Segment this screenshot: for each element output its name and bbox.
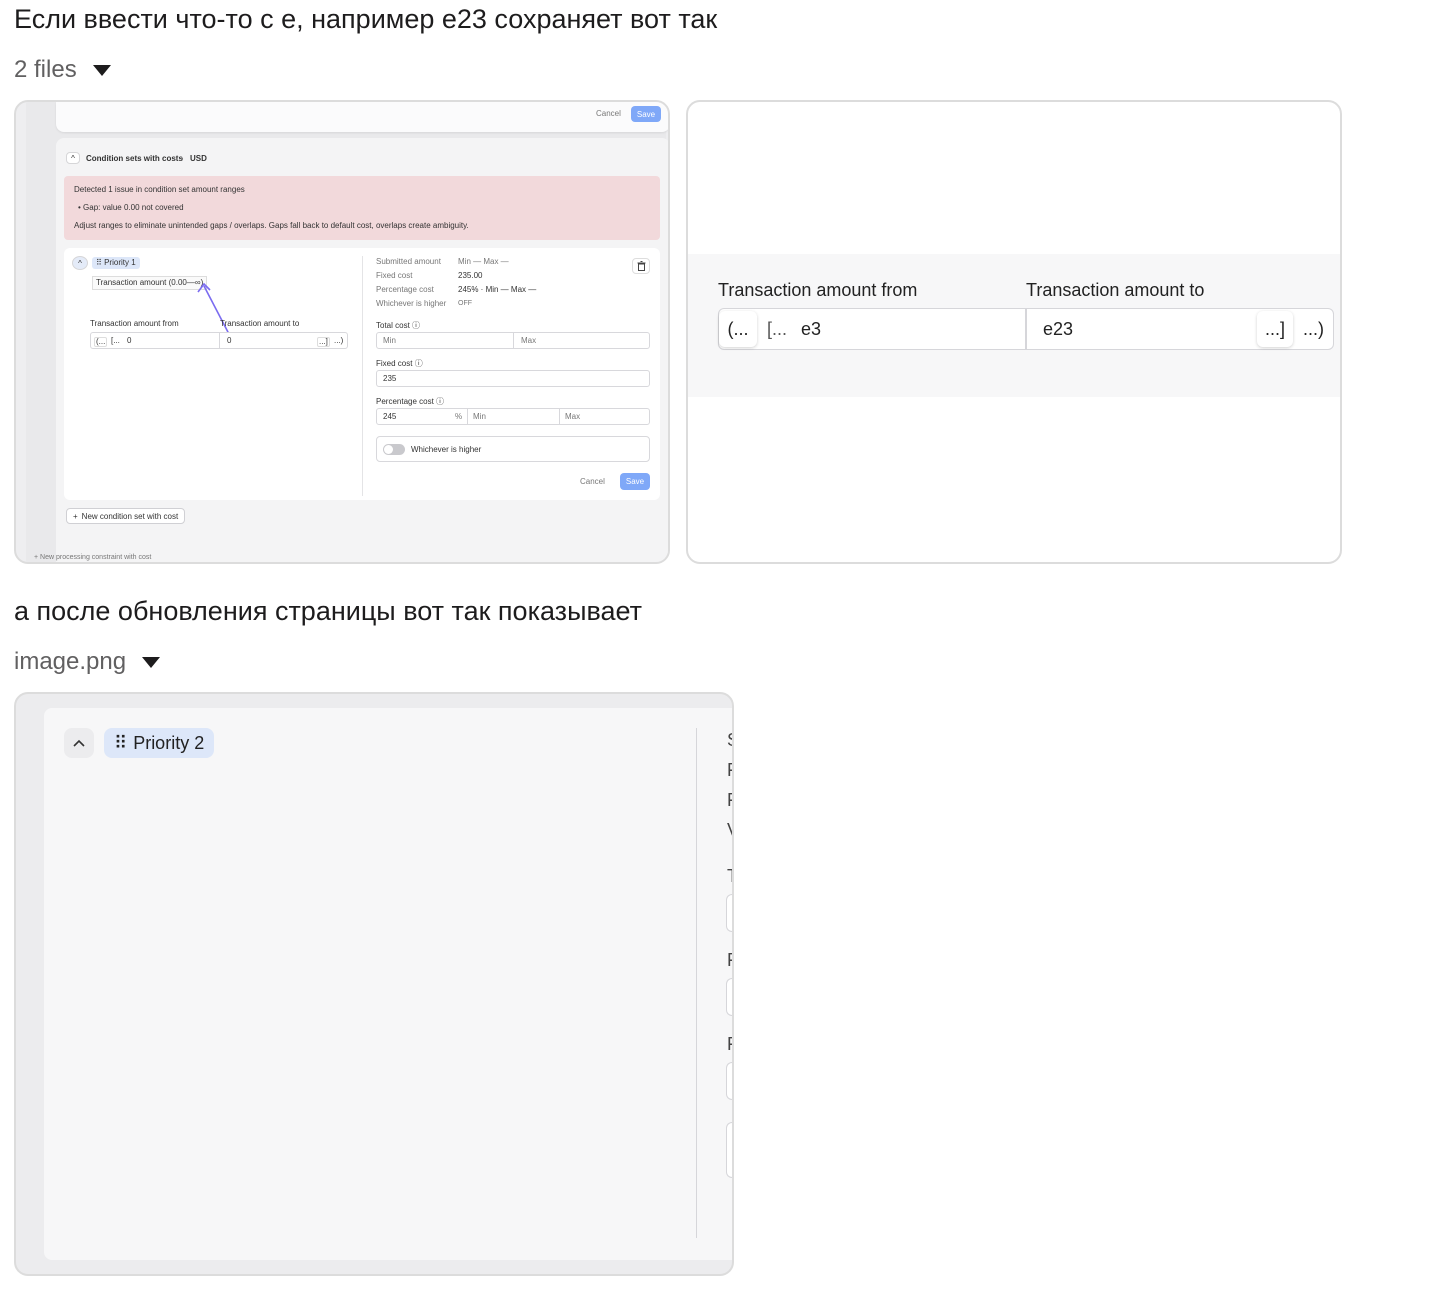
files-label: 2 files bbox=[14, 56, 77, 83]
clipped-input bbox=[726, 978, 732, 1016]
info-icon: ⓘ bbox=[436, 397, 445, 406]
alert-box: Detected 1 issue in condition set amount… bbox=[64, 176, 660, 240]
summary-fixed-value: 235.00 bbox=[458, 271, 483, 280]
clipped-letter: F bbox=[727, 790, 732, 811]
alert-hint: Adjust ranges to eliminate unintended ga… bbox=[74, 221, 469, 230]
priority-badge: ⠿ Priority 2 bbox=[104, 728, 215, 758]
clipped-letter: T bbox=[727, 866, 732, 887]
clipped-letter: V bbox=[727, 820, 732, 841]
priority-card bbox=[44, 708, 732, 1260]
clipped-input bbox=[726, 1062, 732, 1100]
section-dot: · bbox=[181, 154, 184, 163]
alert-bullet: • Gap: value 0.00 not covered bbox=[78, 203, 184, 212]
total-cost-label: Total cost ⓘ bbox=[376, 321, 421, 330]
annotation-arrow bbox=[197, 282, 231, 337]
new-condition-set-button: + New condition set with cost bbox=[66, 508, 186, 524]
to-exclusive-marker: ...) bbox=[1303, 319, 1324, 339]
summary-fixed-label: Fixed cost bbox=[376, 271, 413, 280]
message-text-1: Если ввести что-то с е, например е23 сох… bbox=[14, 4, 718, 34]
clipped-letter: S bbox=[727, 730, 732, 751]
from-label: Transaction amount from bbox=[90, 319, 179, 328]
info-icon: ⓘ bbox=[414, 359, 423, 368]
whichever-toggle-label: Whichever is higher bbox=[411, 445, 482, 454]
caret-down-icon bbox=[92, 64, 111, 76]
scroll-indicator bbox=[50, 1274, 310, 1276]
summary-whichever-label: Whichever is higher bbox=[376, 299, 447, 308]
fixed-cost-label: Fixed cost ⓘ bbox=[376, 359, 423, 368]
alert-title: Detected 1 issue in condition set amount… bbox=[74, 185, 245, 194]
priority-badge: ⠿ Priority 1 bbox=[92, 257, 140, 269]
cancel-button: Cancel bbox=[580, 477, 605, 486]
trash-icon bbox=[632, 258, 650, 274]
from-value: e3 bbox=[801, 319, 822, 339]
cancel-button: Cancel bbox=[596, 109, 621, 118]
column-divider bbox=[696, 728, 697, 1238]
files-toggle-2[interactable]: image.png bbox=[14, 648, 161, 676]
to-value: e23 bbox=[1043, 319, 1074, 339]
priority-label: Priority 2 bbox=[133, 732, 205, 753]
save-button: Save bbox=[620, 473, 650, 490]
to-label: Transaction amount to bbox=[220, 319, 300, 328]
percentage-cost-label: Percentage cost ⓘ bbox=[376, 397, 445, 406]
files-toggle-1[interactable]: 2 files bbox=[14, 56, 111, 84]
chevron-up-icon: ^ bbox=[72, 256, 88, 270]
currency-label: USD bbox=[190, 154, 207, 163]
from-label: Transaction amount from bbox=[718, 280, 918, 300]
to-inclusive-toggle: ...] bbox=[1257, 311, 1293, 347]
fixed-cost-input: 235 bbox=[376, 370, 650, 387]
total-cost-input: Min Max bbox=[376, 332, 650, 349]
new-constraint-link: + New processing constraint with cost bbox=[34, 554, 152, 561]
info-icon: ⓘ bbox=[412, 321, 421, 330]
summary-percentage-label: Percentage cost bbox=[376, 285, 434, 294]
drag-handle-icon: ⠿ bbox=[114, 732, 128, 753]
from-inclusive-marker: [... bbox=[767, 319, 788, 339]
save-button: Save bbox=[631, 106, 661, 122]
message-text-2: а после обновления страницы вот так пока… bbox=[14, 596, 643, 626]
clipped-letter: F bbox=[727, 760, 732, 781]
drag-handle-icon: ⠿ bbox=[96, 258, 102, 267]
range-label: Transaction amount (0.00—∞) bbox=[92, 276, 208, 290]
range-input: (... [... e3 e23 ...] ...) bbox=[718, 308, 1334, 350]
files-label: image.png bbox=[14, 648, 127, 675]
summary-percentage-value: 245% · Min — Max — bbox=[458, 285, 537, 294]
chevron-up-icon: ^ bbox=[66, 152, 80, 164]
to-label: Transaction amount to bbox=[1026, 280, 1205, 300]
clipped-input bbox=[726, 1122, 732, 1178]
plus-icon: + bbox=[73, 511, 78, 521]
attachment-thumbnail-1[interactable]: Cancel Save ^ Condition sets with costs … bbox=[14, 100, 670, 564]
priority-card: ^ ⠿ Priority 1 Transaction amount (0.00—… bbox=[64, 248, 660, 500]
clipped-letter: F bbox=[727, 1034, 732, 1055]
attachment-thumbnail-2[interactable]: Transaction amount from Transaction amou… bbox=[686, 100, 1342, 564]
section-title: Condition sets with costs bbox=[86, 154, 183, 163]
attachment-thumbnail-3[interactable]: ⠿ Priority 2 S F F V T F F bbox=[14, 692, 734, 1276]
plus-icon: + bbox=[34, 554, 39, 561]
summary-whichever-value: OFF bbox=[458, 300, 472, 307]
clipped-input bbox=[726, 894, 732, 932]
summary-submitted-label: Submitted amount bbox=[376, 257, 441, 266]
chevron-up-icon bbox=[64, 728, 94, 758]
percentage-cost-input: 245 % Min Max bbox=[376, 408, 650, 425]
from-exclusive-toggle: (... bbox=[719, 311, 757, 347]
top-card: Cancel Save bbox=[56, 102, 668, 132]
summary-submitted-value: Min — Max — bbox=[458, 257, 509, 266]
whichever-toggle bbox=[383, 444, 405, 455]
clipped-letter: F bbox=[727, 950, 732, 971]
range-input: (... [... 0 0 ...] ...) bbox=[90, 332, 348, 349]
caret-down-icon bbox=[142, 656, 161, 668]
whichever-toggle-row: Whichever is higher bbox=[376, 436, 650, 462]
